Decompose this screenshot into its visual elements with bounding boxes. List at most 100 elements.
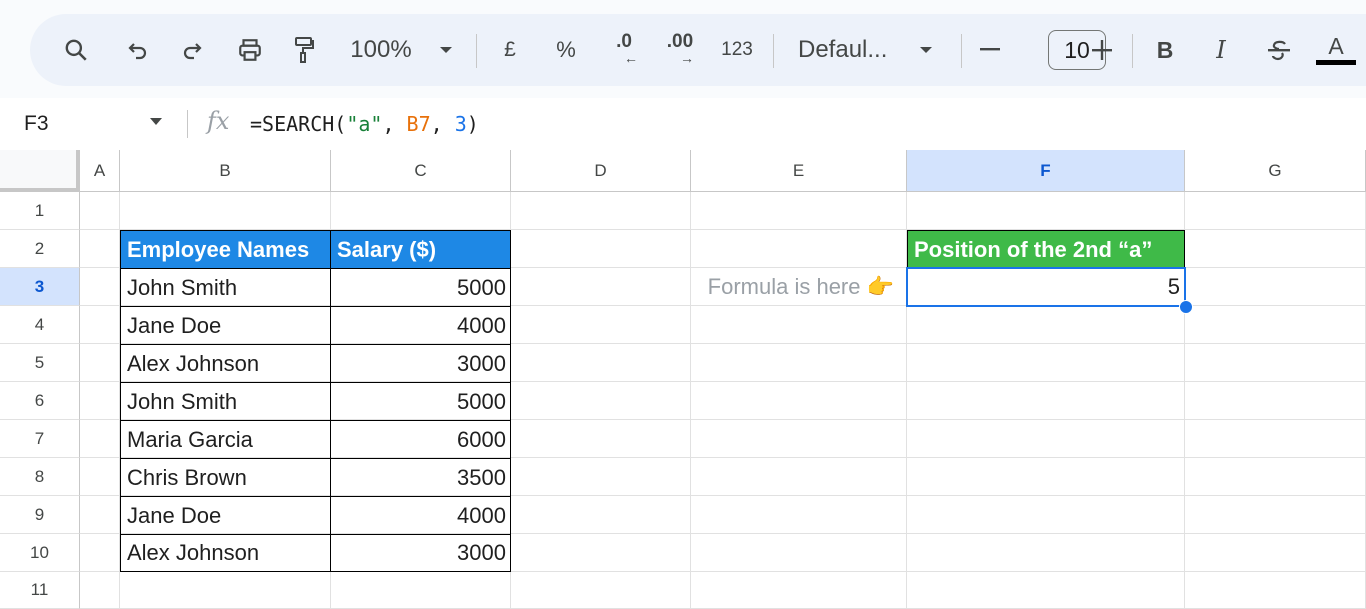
fill-handle[interactable] xyxy=(1179,300,1193,314)
decrease-font-size-icon[interactable] xyxy=(978,14,1002,86)
row-header-2[interactable]: 2 xyxy=(0,230,80,268)
grid-cell[interactable] xyxy=(511,306,691,344)
column-header-d[interactable]: D xyxy=(511,150,691,192)
undo-icon[interactable] xyxy=(120,14,156,86)
employee-name-cell[interactable]: Chris Brown xyxy=(120,458,331,497)
row-header-6[interactable]: 6 xyxy=(0,382,80,420)
text-color-button[interactable]: A xyxy=(1316,14,1356,86)
salary-cell[interactable]: 5000 xyxy=(330,268,511,307)
row-header-3[interactable]: 3 xyxy=(0,268,80,306)
format-percent-button[interactable]: % xyxy=(552,14,580,86)
grid-cell[interactable] xyxy=(907,496,1185,534)
zoom-select[interactable]: 100% xyxy=(344,14,418,86)
column-header-g[interactable]: G xyxy=(1185,150,1366,192)
employee-name-cell[interactable]: John Smith xyxy=(120,382,331,421)
select-all-corner[interactable] xyxy=(0,150,80,192)
grid-cell[interactable] xyxy=(907,420,1185,458)
decrease-decimal-button[interactable]: .0 ← xyxy=(604,14,644,86)
grid-cell[interactable] xyxy=(907,344,1185,382)
grid-cell[interactable] xyxy=(1185,306,1366,344)
font-dropdown-icon[interactable] xyxy=(914,14,938,86)
employee-name-cell[interactable]: Maria Garcia xyxy=(120,420,331,459)
grid-cell[interactable] xyxy=(331,572,511,609)
grid-cell[interactable] xyxy=(80,306,120,344)
column-header-b[interactable]: B xyxy=(120,150,331,192)
grid-cell[interactable] xyxy=(511,268,691,306)
bold-button[interactable]: B xyxy=(1152,14,1178,86)
grid-cell[interactable] xyxy=(120,572,331,609)
employee-name-cell[interactable]: Jane Doe xyxy=(120,496,331,535)
table-header-salary[interactable]: Salary ($) xyxy=(330,230,511,269)
grid-cell[interactable] xyxy=(331,192,511,230)
grid-cell[interactable] xyxy=(1185,192,1366,230)
row-header-8[interactable]: 8 xyxy=(0,458,80,496)
name-box[interactable]: F3 xyxy=(24,98,49,150)
row-header-11[interactable]: 11 xyxy=(0,572,80,609)
search-menus-icon[interactable] xyxy=(58,14,94,86)
salary-cell[interactable]: 3000 xyxy=(330,534,511,572)
strikethrough-icon[interactable] xyxy=(1262,14,1296,86)
grid-cell[interactable] xyxy=(691,382,907,420)
grid-cell[interactable] xyxy=(80,230,120,268)
grid-cell[interactable] xyxy=(691,344,907,382)
grid-cell[interactable] xyxy=(80,192,120,230)
zoom-dropdown-icon[interactable] xyxy=(434,14,458,86)
row-header-4[interactable]: 4 xyxy=(0,306,80,344)
grid-cell[interactable] xyxy=(80,572,120,609)
column-header-f[interactable]: F xyxy=(907,150,1185,192)
column-header-e[interactable]: E xyxy=(691,150,907,192)
grid-cell[interactable] xyxy=(691,572,907,609)
grid-cell[interactable] xyxy=(511,534,691,572)
grid-cell[interactable] xyxy=(907,534,1185,572)
grid-cell[interactable] xyxy=(1185,382,1366,420)
grid-cell[interactable] xyxy=(80,420,120,458)
grid-cell[interactable] xyxy=(1185,230,1366,268)
grid-cell[interactable] xyxy=(907,382,1185,420)
grid-cell[interactable] xyxy=(1185,496,1366,534)
grid-cell[interactable] xyxy=(907,306,1185,344)
formula-note[interactable]: Formula is here 👉 xyxy=(691,268,907,306)
grid-cell[interactable] xyxy=(907,458,1185,496)
salary-cell[interactable]: 5000 xyxy=(330,382,511,421)
increase-font-size-icon[interactable] xyxy=(1090,14,1114,86)
salary-cell[interactable]: 4000 xyxy=(330,496,511,535)
grid-cell[interactable] xyxy=(1185,420,1366,458)
grid-cell[interactable] xyxy=(691,496,907,534)
column-header-c[interactable]: C xyxy=(331,150,511,192)
row-header-1[interactable]: 1 xyxy=(0,192,80,230)
salary-cell[interactable]: 6000 xyxy=(330,420,511,459)
result-header[interactable]: Position of the 2nd “a” xyxy=(907,230,1185,269)
column-header-a[interactable]: A xyxy=(80,150,120,192)
grid-cell[interactable] xyxy=(511,230,691,268)
increase-decimal-button[interactable]: .00 → xyxy=(658,14,702,86)
row-header-7[interactable]: 7 xyxy=(0,420,80,458)
grid-cell[interactable] xyxy=(1185,572,1366,609)
grid-cell[interactable] xyxy=(511,458,691,496)
grid-cell[interactable] xyxy=(511,382,691,420)
grid-cell[interactable] xyxy=(1185,268,1366,306)
paint-format-icon[interactable] xyxy=(286,14,322,86)
formula-input[interactable]: =SEARCH("a", B7, 3) xyxy=(250,98,479,150)
redo-icon[interactable] xyxy=(174,14,210,86)
font-select[interactable]: Defaul... xyxy=(798,14,898,86)
grid-cell[interactable] xyxy=(80,458,120,496)
salary-cell[interactable]: 4000 xyxy=(330,306,511,345)
grid-cell[interactable] xyxy=(80,382,120,420)
grid-cell[interactable] xyxy=(511,572,691,609)
grid-cell[interactable] xyxy=(907,572,1185,609)
grid-cell[interactable] xyxy=(691,420,907,458)
salary-cell[interactable]: 3500 xyxy=(330,458,511,497)
format-currency-button[interactable]: £ xyxy=(496,14,524,86)
grid-cell[interactable] xyxy=(120,192,331,230)
employee-name-cell[interactable]: Alex Johnson xyxy=(120,534,331,572)
grid-cell[interactable] xyxy=(511,192,691,230)
employee-name-cell[interactable]: John Smith xyxy=(120,268,331,307)
grid-cell[interactable] xyxy=(1185,458,1366,496)
more-formats-button[interactable]: 123 xyxy=(716,14,758,86)
grid-cell[interactable] xyxy=(80,268,120,306)
row-header-5[interactable]: 5 xyxy=(0,344,80,382)
grid-cell[interactable] xyxy=(1185,344,1366,382)
grid-cell[interactable] xyxy=(80,534,120,572)
grid-cell[interactable] xyxy=(691,458,907,496)
grid-cell[interactable] xyxy=(691,306,907,344)
